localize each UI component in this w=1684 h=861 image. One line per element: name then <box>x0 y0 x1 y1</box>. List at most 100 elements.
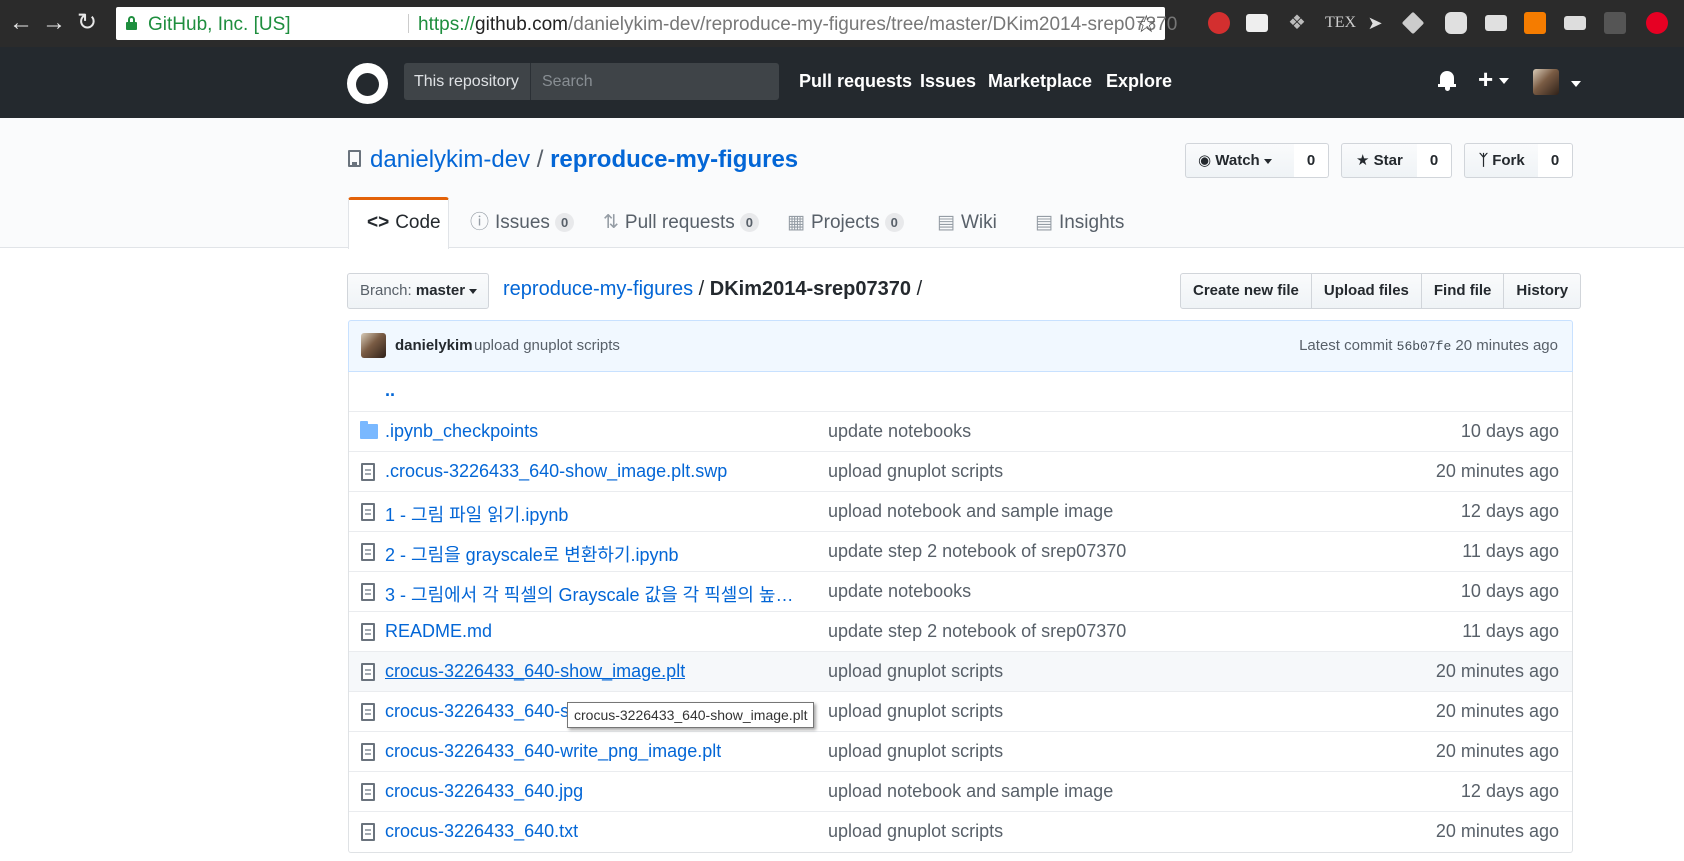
issues-counter: 0 <box>554 213 575 233</box>
create-new-menu[interactable]: + <box>1478 64 1510 95</box>
address-bar[interactable]: GitHub, Inc. [US] https://github.com/dan… <box>116 7 1177 40</box>
tex-icon[interactable]: TEX <box>1325 12 1356 34</box>
fork-button[interactable]: ᛉ Fork <box>1464 143 1539 178</box>
file-name-link[interactable]: 1 - 그림 파일 읽기.ipynb <box>385 501 568 527</box>
file-icon <box>361 583 375 601</box>
book-icon: ▤ <box>937 212 955 233</box>
file-name-link[interactable]: crocus-3226433_640-su <box>385 701 579 722</box>
file-icon <box>361 503 375 521</box>
nav-marketplace[interactable]: Marketplace <box>988 71 1092 92</box>
file-name-link[interactable]: crocus-3226433_640-show_image.plt <box>385 661 685 682</box>
table-row: 1 - 그림 파일 읽기.ipynb upload notebook and s… <box>349 492 1572 532</box>
file-name-link[interactable]: crocus-3226433_640.jpg <box>385 781 583 802</box>
fonts-icon[interactable] <box>1246 14 1268 32</box>
tab-projects[interactable]: ▦ Projects 0 <box>787 198 904 248</box>
search-input[interactable] <box>532 63 779 100</box>
back-icon[interactable]: ← <box>8 10 34 36</box>
commit-meta: Latest commit 56b07fe 20 minutes ago <box>1299 337 1558 354</box>
nav-issues[interactable]: Issues <box>920 71 976 92</box>
bookmark-star-icon[interactable]: ☆ <box>1135 10 1157 39</box>
file-name-link[interactable]: 2 - 그림을 grayscale로 변환하기.ipynb <box>385 541 679 567</box>
cursor-icon[interactable]: ➤ <box>1364 12 1386 34</box>
commit-message[interactable]: upload gnuplot scripts <box>474 337 620 354</box>
avatar[interactable] <box>361 333 386 358</box>
file-commit-message[interactable]: upload gnuplot scripts <box>828 741 1003 762</box>
file-icon <box>361 543 375 561</box>
repo-owner-link[interactable]: danielykim-dev <box>370 146 530 173</box>
adblock-icon[interactable] <box>1208 12 1230 34</box>
table-row: crocus-3226433_640-write_png_image.plt u… <box>349 732 1572 772</box>
file-name-link[interactable]: crocus-3226433_640.txt <box>385 821 578 842</box>
star-icon: ★ <box>1356 152 1370 169</box>
breadcrumb-repo-link[interactable]: reproduce-my-figures <box>503 278 693 300</box>
evernote-icon[interactable] <box>1445 12 1467 34</box>
file-name-link[interactable]: .ipynb_checkpoints <box>385 421 538 442</box>
file-commit-message[interactable]: upload notebook and sample image <box>828 781 1113 802</box>
file-commit-message[interactable]: upload gnuplot scripts <box>828 461 1003 482</box>
tab-pull-requests[interactable]: ⇅ Pull requests 0 <box>603 198 759 248</box>
file-age: 12 days ago <box>1460 501 1559 521</box>
repo-icon <box>348 150 361 167</box>
watch-count[interactable]: 0 <box>1294 143 1329 178</box>
tab-insights[interactable]: ▤ Insights <box>1035 198 1124 248</box>
file-age: 12 days ago <box>1460 781 1559 801</box>
file-commit-message[interactable]: upload gnuplot scripts <box>828 661 1003 682</box>
watch-button[interactable]: ◉ Watch <box>1185 143 1295 178</box>
pinterest-icon[interactable] <box>1646 12 1668 34</box>
star-button[interactable]: ★ Star <box>1341 143 1418 178</box>
chevron-down-icon[interactable] <box>1571 81 1581 87</box>
tab-code[interactable]: <> Code <box>348 197 449 249</box>
find-file-button[interactable]: Find file <box>1421 273 1505 309</box>
parent-directory-link[interactable]: .. <box>385 380 395 401</box>
graph-icon: ▤ <box>1035 212 1053 233</box>
commit-sha[interactable]: 56b07fe <box>1397 339 1452 354</box>
file-name-link[interactable]: 3 - 그림에서 각 픽셀의 Grayscale 값을 각 픽셀의 높이로 ..… <box>385 581 805 607</box>
notification-bell-icon[interactable] <box>1438 71 1456 91</box>
file-commit-message[interactable]: upload gnuplot scripts <box>828 701 1003 722</box>
file-icon <box>361 743 375 761</box>
table-row: crocus-3226433_640-su upload gnuplot scr… <box>349 692 1572 732</box>
forward-icon[interactable]: → <box>41 10 67 36</box>
chevron-down-icon <box>1499 78 1510 85</box>
dropbox-icon[interactable]: ❖ <box>1286 12 1308 34</box>
git-icon[interactable] <box>1401 11 1425 35</box>
repo-name-link[interactable]: reproduce-my-figures <box>550 146 798 173</box>
rss-icon[interactable] <box>1524 12 1546 34</box>
pdf-icon[interactable] <box>1604 12 1626 34</box>
url-text[interactable]: https://github.com/danielykim-dev/reprod… <box>418 14 1177 36</box>
file-commit-message[interactable]: upload notebook and sample image <box>828 501 1113 522</box>
nav-explore[interactable]: Explore <box>1106 71 1172 92</box>
github-logo-icon[interactable] <box>347 63 388 104</box>
chevron-down-icon <box>469 288 478 294</box>
history-button[interactable]: History <box>1504 273 1582 309</box>
file-age: 10 days ago <box>1460 581 1559 601</box>
file-commit-message[interactable]: update step 2 notebook of srep07370 <box>828 541 1126 562</box>
file-icon <box>361 703 375 721</box>
site-identity[interactable]: GitHub, Inc. [US] <box>148 14 291 36</box>
tab-issues[interactable]: ⓘ Issues 0 <box>470 198 575 248</box>
create-new-file-button[interactable]: Create new file <box>1180 273 1312 309</box>
file-commit-message[interactable]: update step 2 notebook of srep07370 <box>828 621 1126 642</box>
file-age: 20 minutes ago <box>1435 701 1559 721</box>
file-commit-message[interactable]: update notebooks <box>828 581 971 602</box>
file-name-link[interactable]: .crocus-3226433_640-show_image.plt.swp <box>385 461 727 482</box>
file-list: .. .ipynb_checkpoints update notebooks 1… <box>348 372 1573 853</box>
file-icon <box>361 463 375 481</box>
branch-select-button[interactable]: Branch: master <box>347 273 489 309</box>
file-name-link[interactable]: crocus-3226433_640-write_png_image.plt <box>385 741 721 762</box>
file-commit-message[interactable]: update notebooks <box>828 421 971 442</box>
file-commit-message[interactable]: upload gnuplot scripts <box>828 821 1003 842</box>
tab-wiki[interactable]: ▤ Wiki <box>937 198 997 248</box>
pull-request-icon: ⇅ <box>603 212 619 233</box>
fork-count[interactable]: 0 <box>1538 143 1573 178</box>
commit-author[interactable]: danielykim <box>395 337 473 354</box>
screen-icon[interactable] <box>1564 16 1586 30</box>
user-avatar[interactable] <box>1533 69 1559 95</box>
star-count[interactable]: 0 <box>1417 143 1452 178</box>
upload-files-button[interactable]: Upload files <box>1311 273 1422 309</box>
mail-icon[interactable] <box>1485 15 1507 31</box>
file-name-link[interactable]: README.md <box>385 621 492 642</box>
nav-pull-requests[interactable]: Pull requests <box>799 71 912 92</box>
search-scope[interactable]: This repository <box>404 63 531 100</box>
reload-icon[interactable]: ↻ <box>74 10 100 36</box>
